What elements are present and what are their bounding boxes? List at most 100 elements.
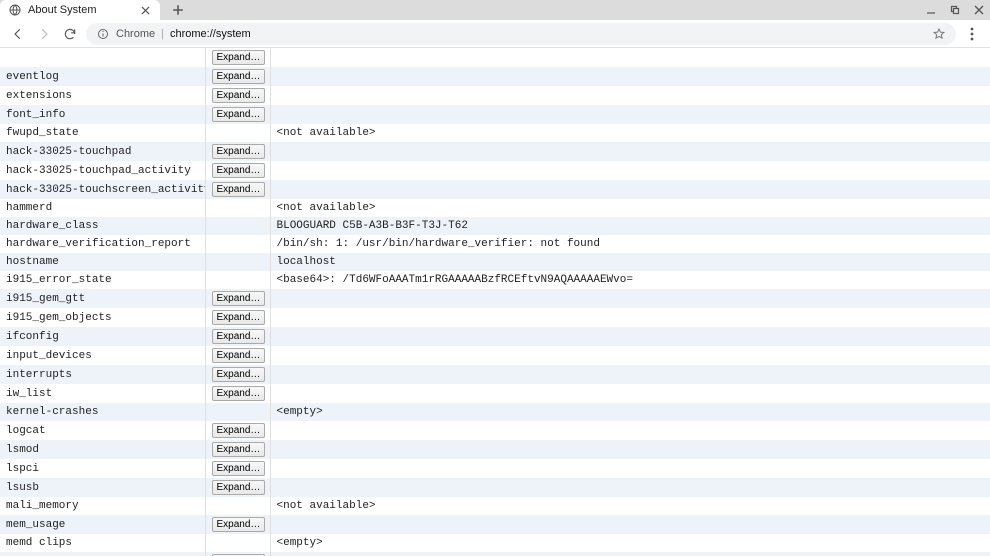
row-button-cell bbox=[205, 217, 270, 235]
expand-button[interactable]: Expand… bbox=[212, 291, 266, 306]
table-row: i915_error_state<base64>: /Td6WFoAAATm1r… bbox=[0, 271, 990, 289]
table-row: lsusbExpand… bbox=[0, 478, 990, 497]
row-value bbox=[270, 515, 990, 534]
row-value bbox=[270, 161, 990, 180]
row-key: input_devices bbox=[0, 346, 205, 365]
expand-button[interactable]: Expand… bbox=[212, 367, 266, 382]
row-button-cell bbox=[205, 124, 270, 142]
row-key: i915_gem_objects bbox=[0, 308, 205, 327]
row-button-cell bbox=[205, 403, 270, 421]
row-key: i915_error_state bbox=[0, 271, 205, 289]
row-button-cell: Expand… bbox=[205, 552, 270, 556]
row-button-cell: Expand… bbox=[205, 180, 270, 199]
table-row: hammerd<not available> bbox=[0, 199, 990, 217]
site-info-icon[interactable] bbox=[96, 27, 110, 41]
table-row: hardware_verification_report/bin/sh: 1: … bbox=[0, 235, 990, 253]
expand-button[interactable]: Expand… bbox=[212, 329, 266, 344]
expand-button[interactable]: Expand… bbox=[212, 517, 266, 532]
row-button-cell: Expand… bbox=[205, 365, 270, 384]
row-button-cell: Expand… bbox=[205, 289, 270, 308]
row-button-cell: Expand… bbox=[205, 459, 270, 478]
row-value bbox=[270, 478, 990, 497]
row-value bbox=[270, 421, 990, 440]
row-key: ifconfig bbox=[0, 327, 205, 346]
table-row: i915_gem_gttExpand… bbox=[0, 289, 990, 308]
row-key: eventlog bbox=[0, 67, 205, 86]
row-value: /bin/sh: 1: /usr/bin/hardware_verifier: … bbox=[270, 235, 990, 253]
row-key: lsmod bbox=[0, 440, 205, 459]
expand-button[interactable]: Expand… bbox=[212, 348, 266, 363]
expand-button[interactable]: Expand… bbox=[212, 182, 266, 197]
forward-button[interactable] bbox=[34, 24, 54, 44]
table-row: interrupts Expand… bbox=[0, 365, 990, 384]
row-key: iw_list bbox=[0, 384, 205, 403]
expand-button[interactable]: Expand… bbox=[212, 50, 266, 65]
row-value bbox=[270, 552, 990, 556]
row-key: interrupts bbox=[0, 365, 205, 384]
expand-button[interactable]: Expand… bbox=[212, 423, 266, 438]
row-button-cell: Expand… bbox=[205, 105, 270, 124]
expand-button[interactable]: Expand… bbox=[212, 461, 266, 476]
expand-button[interactable]: Expand… bbox=[212, 310, 266, 325]
globe-icon bbox=[8, 3, 22, 17]
expand-button[interactable]: Expand… bbox=[212, 107, 266, 122]
row-value bbox=[270, 289, 990, 308]
minimize-button[interactable] bbox=[922, 1, 940, 19]
row-value: <not available> bbox=[270, 497, 990, 515]
row-button-cell: Expand… bbox=[205, 327, 270, 346]
row-button-cell: Expand… bbox=[205, 142, 270, 161]
expand-button[interactable]: Expand… bbox=[212, 386, 266, 401]
row-button-cell: Expand… bbox=[205, 440, 270, 459]
reload-button[interactable] bbox=[60, 24, 80, 44]
row-button-cell: Expand… bbox=[205, 515, 270, 534]
new-tab-button[interactable] bbox=[166, 0, 190, 20]
expand-button[interactable]: Expand… bbox=[212, 144, 266, 159]
expand-button[interactable]: Expand… bbox=[212, 480, 266, 495]
row-key: logcat bbox=[0, 421, 205, 440]
close-window-button[interactable] bbox=[970, 1, 988, 19]
browser-tab-about-system[interactable]: About System bbox=[0, 0, 160, 20]
row-value bbox=[270, 384, 990, 403]
row-key: kernel-crashes bbox=[0, 403, 205, 421]
row-button-cell bbox=[205, 271, 270, 289]
browser-menu-button[interactable] bbox=[962, 24, 982, 44]
row-button-cell: Expand… bbox=[205, 86, 270, 105]
address-chip: Chrome bbox=[116, 28, 155, 40]
row-button-cell: Expand… bbox=[205, 421, 270, 440]
expand-button[interactable]: Expand… bbox=[212, 442, 266, 457]
maximize-button[interactable] bbox=[946, 1, 964, 19]
table-row: lsmod Expand… bbox=[0, 440, 990, 459]
close-icon[interactable] bbox=[138, 3, 152, 17]
address-separator: | bbox=[161, 28, 164, 40]
expand-button[interactable]: Expand… bbox=[212, 163, 266, 178]
address-bar[interactable]: Chrome | chrome://system bbox=[86, 23, 956, 45]
tab-title: About System bbox=[28, 4, 138, 16]
table-row: mem_usage Expand… bbox=[0, 515, 990, 534]
row-value bbox=[270, 327, 990, 346]
row-button-cell: Expand… bbox=[205, 48, 270, 67]
expand-button[interactable]: Expand… bbox=[212, 69, 266, 84]
row-value bbox=[270, 86, 990, 105]
bookmark-icon[interactable] bbox=[932, 27, 946, 41]
table-row: hostnamelocalhost bbox=[0, 253, 990, 271]
row-value: <empty> bbox=[270, 403, 990, 421]
row-value bbox=[270, 308, 990, 327]
browser-toolbar: Chrome | chrome://system bbox=[0, 20, 990, 48]
row-value: BLOOGUARD C5B-A3B-B3F-T3J-T62 bbox=[270, 217, 990, 235]
row-value bbox=[270, 105, 990, 124]
row-value: localhost bbox=[270, 253, 990, 271]
expand-button[interactable]: Expand… bbox=[212, 88, 266, 103]
table-row: extensionsExpand… bbox=[0, 86, 990, 105]
table-row: logcat Expand… bbox=[0, 421, 990, 440]
tab-strip: About System bbox=[0, 0, 990, 20]
back-button[interactable] bbox=[8, 24, 28, 44]
row-value: <not available> bbox=[270, 199, 990, 217]
row-key: font_info bbox=[0, 105, 205, 124]
table-row: memd clips<empty> bbox=[0, 534, 990, 552]
row-button-cell bbox=[205, 497, 270, 515]
window-controls bbox=[922, 0, 988, 20]
row-button-cell: Expand… bbox=[205, 384, 270, 403]
row-value bbox=[270, 440, 990, 459]
row-key bbox=[0, 48, 205, 67]
row-key: mem_usage bbox=[0, 515, 205, 534]
